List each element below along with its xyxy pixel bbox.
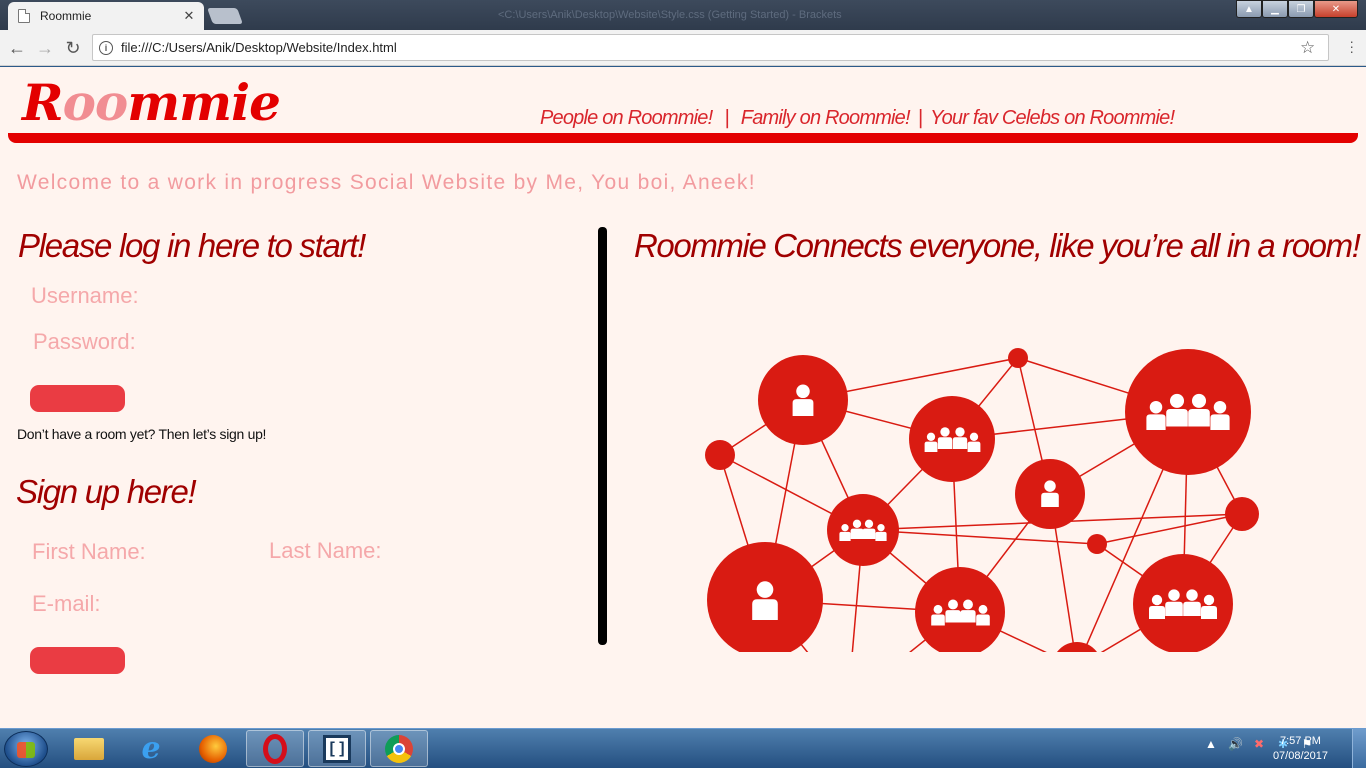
top-navigation: People on Roommie! | Family on Roommie! | Yo… [540, 107, 1175, 130]
reload-button[interactable]: ↻ [62, 37, 84, 59]
login-button[interactable] [30, 385, 125, 412]
login-heading: Please log in here to start! [18, 227, 366, 264]
system-clock[interactable]: 7:57 PM 07/08/2017 [1273, 734, 1328, 764]
url-text[interactable]: file:///C:/Users/Anik/Desktop/Website/In… [121, 40, 1300, 55]
browser-menu-icon[interactable]: · · · [1349, 34, 1354, 58]
first-name-label: First Name: [32, 539, 146, 564]
maximize-button[interactable]: ❐ [1288, 0, 1314, 18]
window-controls: ▲ ▁ ❐ ✕ [1236, 0, 1358, 18]
start-button[interactable] [4, 731, 48, 767]
show-desktop-button[interactable] [1352, 729, 1366, 768]
signup-prompt: Don’t have a room yet? Then let’s sign u… [17, 426, 267, 442]
minimize-button[interactable]: ▁ [1262, 0, 1288, 18]
column-divider [598, 227, 607, 645]
site-logo[interactable]: Roommie [22, 73, 281, 132]
nav-link-celebs[interactable]: Your fav Celebs on Roommie! [930, 107, 1175, 129]
tab-title: Roommie [40, 9, 92, 23]
bookmark-star-icon[interactable]: ☆ [1300, 38, 1324, 58]
address-bar[interactable]: i file:///C:/Users/Anik/Desktop/Website/… [92, 34, 1329, 61]
taskbar: e [ ] ▲ 🔊 ✖ ✱ ⚑ 7:57 PM 07/08/2017 [0, 728, 1366, 768]
signup-button[interactable] [30, 647, 125, 674]
browser-toolbar: ← → ↻ i file:///C:/Users/Anik/Desktop/We… [0, 30, 1366, 66]
clock-time: 7:57 PM [1279, 735, 1321, 747]
nav-link-people[interactable]: People on Roommie! [540, 107, 713, 129]
browser-titlebar: Roommie ✕ <C:\Users\Anik\Desktop\Website… [0, 0, 1366, 30]
user-icon[interactable]: ▲ [1236, 0, 1262, 18]
connects-heading: Roommie Connects everyone, like you’re a… [634, 227, 1361, 264]
logo-letter-r: R [22, 73, 64, 132]
brackets-icon[interactable]: [ ] [308, 730, 366, 767]
password-label: Password: [33, 329, 136, 354]
logo-letters-oo: oo [62, 73, 129, 132]
network-warning-icon[interactable]: ✖ [1252, 737, 1266, 751]
network-illustration [705, 348, 1259, 652]
opera-icon[interactable] [246, 730, 304, 767]
signup-heading: Sign up here! [16, 473, 197, 510]
internet-explorer-icon[interactable]: e [122, 730, 180, 767]
nav-separator: | [917, 107, 923, 129]
last-name-label: Last Name: [269, 538, 382, 563]
volume-icon[interactable]: 🔊 [1228, 737, 1243, 751]
new-tab-button[interactable] [207, 8, 243, 24]
chrome-icon[interactable] [370, 730, 428, 767]
tab-close-icon[interactable]: ✕ [182, 8, 196, 24]
back-button[interactable]: ← [6, 37, 28, 59]
welcome-text: Welcome to a work in progress Social Web… [17, 171, 756, 194]
browser-tab[interactable]: Roommie ✕ [8, 2, 204, 30]
email-label: E-mail: [32, 591, 101, 616]
clock-date: 07/08/2017 [1272, 750, 1328, 762]
info-icon[interactable]: i [99, 40, 113, 55]
tray-expand-icon[interactable]: ▲ [1204, 737, 1218, 751]
forward-button[interactable]: → [34, 37, 56, 59]
header-divider-bar [8, 133, 1358, 143]
file-explorer-icon[interactable] [60, 730, 118, 767]
firefox-icon[interactable] [184, 730, 242, 767]
window-title: <C:\Users\Anik\Desktop\Website\Style.css… [498, 9, 842, 21]
page-icon [18, 9, 30, 23]
close-window-button[interactable]: ✕ [1314, 0, 1358, 18]
webpage: Roommie People on Roommie! | Family on Roo… [0, 67, 1366, 728]
nav-separator: | [724, 107, 729, 129]
logo-letters-mmie: mmie [127, 73, 281, 132]
nav-link-family[interactable]: Family on Roommie! [741, 107, 911, 129]
username-label: Username: [31, 283, 139, 308]
